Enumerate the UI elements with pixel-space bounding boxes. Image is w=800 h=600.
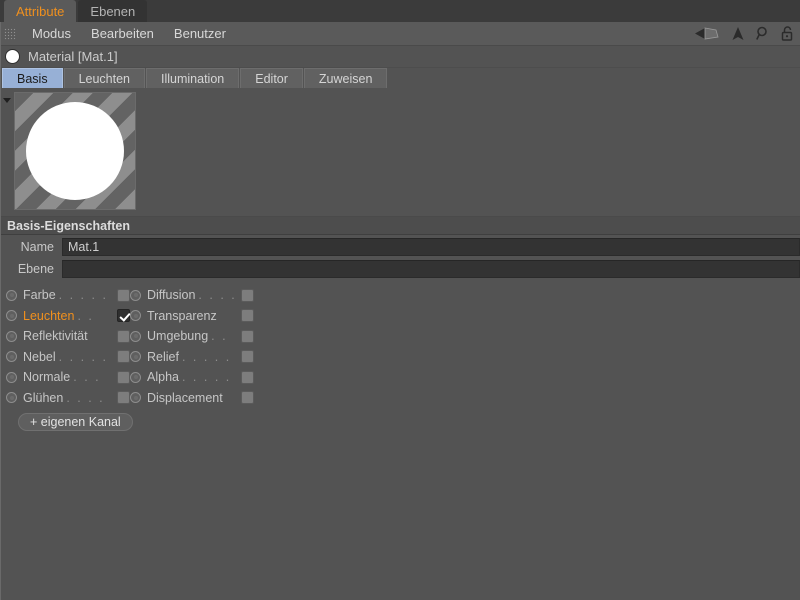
dot-leader: . . . . .	[58, 350, 108, 363]
radio-icon[interactable]	[6, 289, 17, 301]
property-fields: Name Ebene	[0, 235, 800, 281]
material-sphere-icon	[5, 49, 20, 64]
tab-editor[interactable]: Editor	[240, 68, 303, 88]
radio-icon[interactable]	[6, 371, 17, 383]
ebene-input[interactable]	[62, 260, 800, 278]
radio-icon[interactable]	[6, 330, 17, 342]
triangle-down-icon[interactable]	[0, 92, 14, 103]
channel-checkbox[interactable]	[117, 370, 130, 384]
dot-leader: . . . . . . .	[181, 371, 237, 384]
lock-open-icon[interactable]	[781, 26, 794, 41]
channel-label: Displacement	[147, 390, 223, 405]
empty-area	[0, 431, 800, 600]
dot-leader: . . . . .	[58, 289, 108, 302]
dot-leader: . . . . . . .	[181, 350, 237, 363]
arrow-up-icon[interactable]	[731, 26, 745, 41]
channel-label: Transparenz	[147, 308, 217, 323]
preview-sphere	[26, 102, 124, 200]
material-preview-row	[0, 88, 800, 217]
channel-diffusion[interactable]: Diffusion. . . . .	[130, 285, 254, 306]
section-header: Basis-Eigenschaften	[0, 217, 800, 235]
grip-dots-icon[interactable]	[4, 27, 16, 40]
tab-illumination[interactable]: Illumination	[146, 68, 240, 88]
channel-alpha[interactable]: Alpha. . . . . . .	[130, 367, 254, 388]
channel-nebel[interactable]: Nebel. . . . .	[6, 347, 130, 368]
channel-checkbox[interactable]	[241, 309, 254, 323]
channel-umgebung[interactable]: Umgebung. .	[130, 326, 254, 347]
channel-reflektivitt[interactable]: Reflektivität	[6, 326, 130, 347]
menu-item-modus[interactable]: Modus	[22, 26, 81, 41]
radio-icon[interactable]	[130, 371, 141, 383]
channel-checkbox[interactable]	[117, 288, 130, 302]
channel-normale[interactable]: Normale. . .	[6, 367, 130, 388]
dot-leader: . .	[77, 309, 94, 322]
page-title: Material [Mat.1]	[28, 49, 118, 64]
dot-leader: . . . . .	[198, 289, 237, 302]
channel-checkbox[interactable]	[241, 370, 254, 384]
menu-bar: Modus Bearbeiten Benutzer	[0, 22, 800, 46]
channel-label: Glühen	[23, 390, 64, 405]
menu-item-benutzer[interactable]: Benutzer	[164, 26, 236, 41]
add-custom-channel-button[interactable]: + eigenen Kanal	[18, 413, 133, 431]
object-header: Material [Mat.1]	[0, 46, 800, 68]
radio-icon[interactable]	[130, 392, 141, 404]
channel-transparenz[interactable]: Transparenz	[130, 306, 254, 327]
menu-icon-group	[694, 22, 794, 45]
channel-glhen[interactable]: Glühen. . . .	[6, 388, 130, 409]
search-icon[interactable]	[756, 26, 770, 41]
channel-checkbox[interactable]	[241, 288, 254, 302]
channel-checkbox[interactable]	[117, 391, 130, 405]
radio-icon[interactable]	[130, 351, 141, 363]
radio-icon[interactable]	[130, 289, 141, 301]
name-input[interactable]	[62, 238, 800, 256]
channel-checkbox[interactable]	[117, 309, 130, 323]
radio-icon[interactable]	[6, 310, 17, 322]
panel-tab-attribute[interactable]: Attribute	[4, 0, 77, 22]
channel-label: Farbe	[23, 288, 56, 303]
channel-checkbox[interactable]	[117, 350, 130, 364]
channel-checkbox[interactable]	[241, 329, 254, 343]
channel-relief[interactable]: Relief. . . . . . .	[130, 347, 254, 368]
page-back-icon[interactable]	[694, 27, 720, 40]
dot-leader: . .	[211, 330, 228, 343]
channel-checkbox[interactable]	[241, 350, 254, 364]
channel-label: Normale	[23, 370, 71, 385]
channel-label: Reflektivität	[23, 329, 88, 344]
channel-label: Diffusion	[147, 288, 196, 303]
tab-zuweisen[interactable]: Zuweisen	[303, 68, 388, 88]
panel-tab-ebenen[interactable]: Ebenen	[78, 0, 148, 22]
channel-label: Umgebung	[147, 329, 209, 344]
channel-checkbox[interactable]	[117, 329, 130, 343]
dot-leader: . . .	[73, 371, 101, 384]
channel-checkbox[interactable]	[241, 391, 254, 405]
dot-leader: . . . .	[66, 391, 105, 404]
channel-farbe[interactable]: Farbe. . . . .	[6, 285, 130, 306]
panel-tab-bar: Attribute Ebenen	[0, 0, 800, 22]
channel-label: Alpha	[147, 370, 179, 385]
channel-label: Leuchten	[23, 308, 75, 323]
tab-basis[interactable]: Basis	[2, 68, 63, 88]
attribute-tab-bar: Basis Leuchten Illumination Editor Zuweisen	[0, 68, 800, 88]
panel-left-border	[0, 22, 1, 600]
channel-label: Nebel	[23, 349, 56, 364]
field-row-name: Name	[0, 237, 800, 257]
radio-icon[interactable]	[6, 351, 17, 363]
radio-icon[interactable]	[130, 310, 141, 322]
channel-leuchten[interactable]: Leuchten. .	[6, 306, 130, 327]
menu-item-bearbeiten[interactable]: Bearbeiten	[81, 26, 164, 41]
field-row-ebene: Ebene	[0, 259, 800, 279]
custom-channel-row: + eigenen Kanal	[0, 408, 800, 431]
radio-icon[interactable]	[6, 392, 17, 404]
channel-grid: Farbe. . . . .Diffusion. . . . .Leuchten…	[0, 281, 800, 408]
tab-leuchten[interactable]: Leuchten	[63, 68, 146, 88]
channel-displacement[interactable]: Displacement	[130, 388, 254, 409]
channel-label: Relief	[147, 349, 179, 364]
radio-icon[interactable]	[130, 330, 141, 342]
material-preview[interactable]	[14, 92, 136, 210]
field-label-name: Name	[20, 240, 54, 254]
field-label-ebene: Ebene	[17, 262, 54, 276]
